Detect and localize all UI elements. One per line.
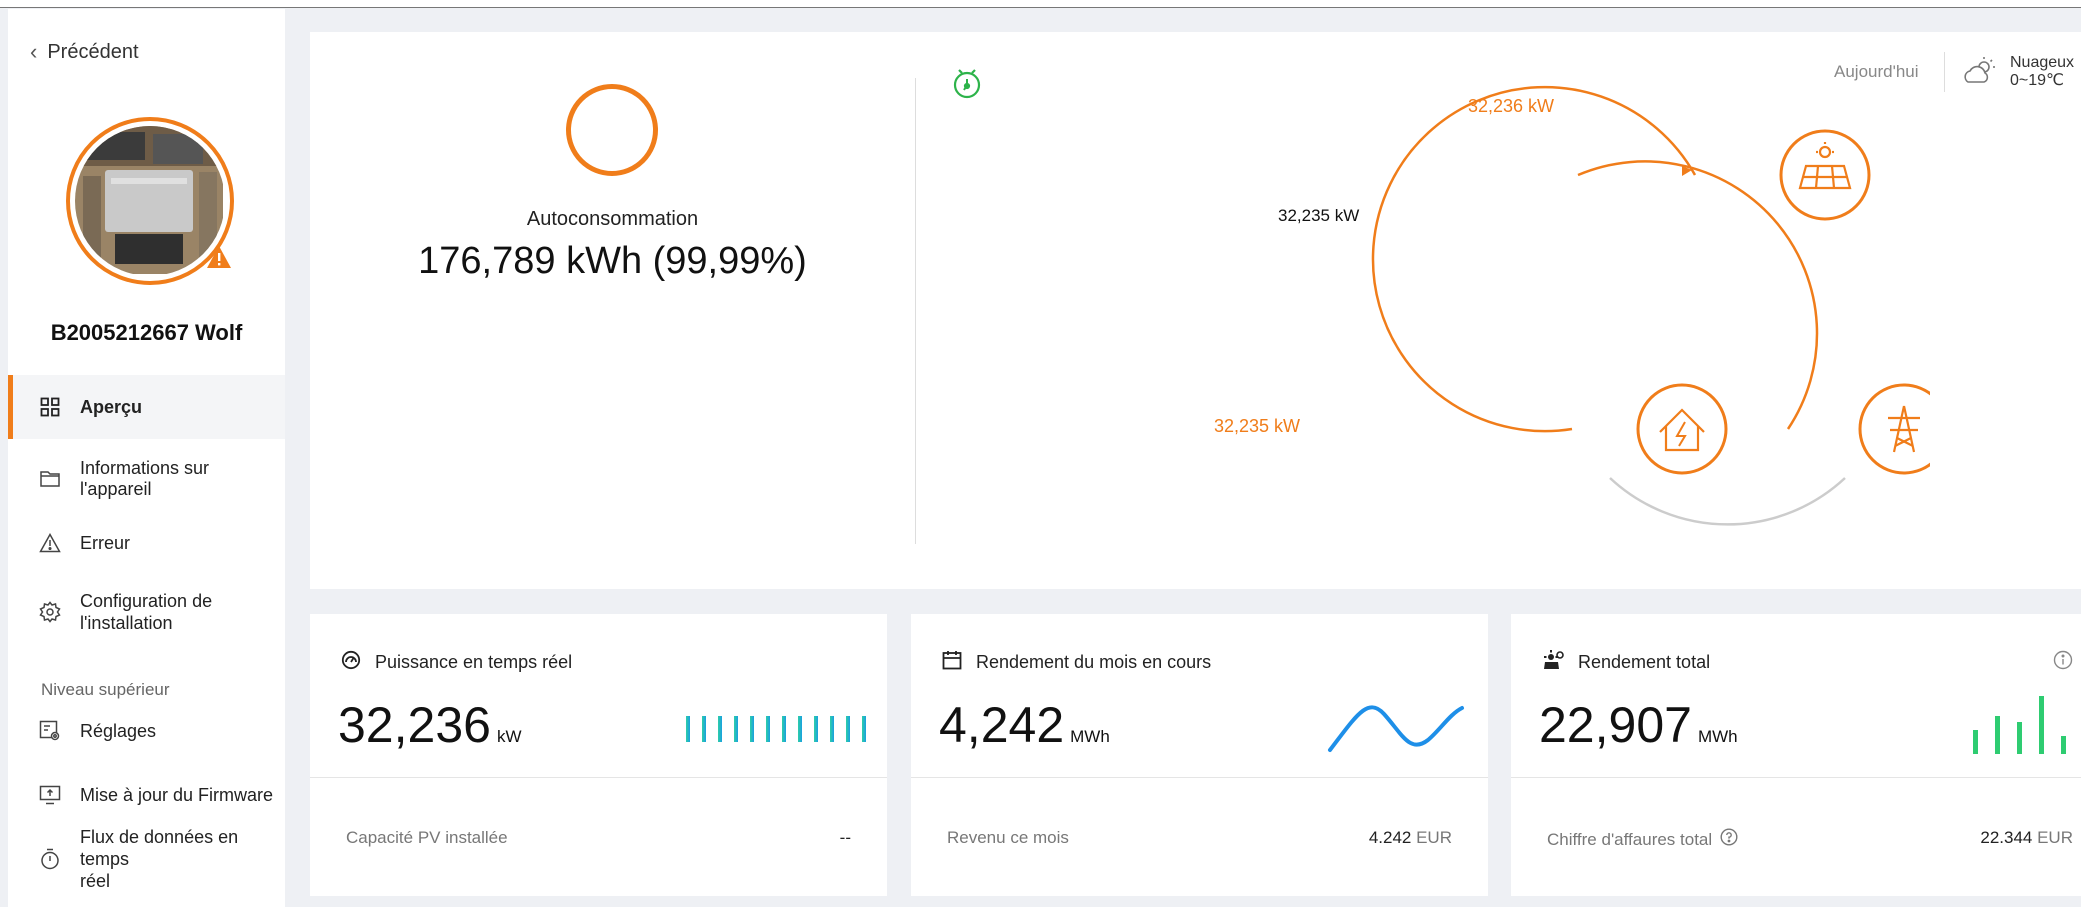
calendar-icon [942,650,962,675]
back-label: Précédent [47,40,139,63]
header-divider [1944,52,1945,92]
total-revenue-label: Chiffre d'affaures total [1547,829,1713,849]
stopwatch-icon [38,847,62,871]
monthly-revenue-value: 4.242 EUR [1368,828,1452,847]
self-consumption-label: Autoconsommation [526,208,699,230]
device-photo [75,126,225,276]
self-consumption-value: 176,789 kWh (99,99%) [418,240,807,282]
nav-item-reglages[interactable]: Réglages [8,711,285,751]
energy-flow-diagram [1371,85,1930,526]
pv-capacity-value: -- [839,828,851,847]
total-yield-card: Rendement total 22,907 MWh Chiffre d'affa… [1511,614,2081,896]
help-icon[interactable] [1720,828,1738,851]
monitor-icon [38,783,62,807]
grid-icon [38,395,62,419]
nav-item-apercu[interactable]: Aperçu [8,375,285,439]
info-icon[interactable] [2053,650,2073,675]
card-value: 22,907 [1539,697,1692,753]
nav-label-line1: Flux de données en temps [80,827,239,869]
pv-to-home-label: 32,235 kW [1278,206,1360,225]
weather-info: Nuageux 0~19℃ [2010,54,2074,90]
nav-label-line2: réel [80,871,111,891]
realtime-power-card: Puissance en temps réel 32,236 kW Capacit… [310,614,887,896]
nav-item-flux[interactable]: Flux de données en temps réel [8,827,285,891]
settings-icon [38,719,62,743]
self-consumption-ring [566,84,658,176]
nav-label: Réglages [80,720,157,741]
device-name: B2005212667 Wolf [50,320,243,345]
folder-icon [38,467,62,491]
warning-badge-icon [206,245,232,274]
grid-node[interactable] [1858,383,1930,475]
gear-icon [38,600,62,624]
window-top-edge [0,0,2081,8]
nav-label: Informations sur l'appareil [80,458,210,499]
monthly-revenue-label: Revenu ce mois [947,828,1069,847]
card-title: Rendement total [1578,652,1711,672]
card-unit: MWh [1697,727,1738,746]
chevron-left-icon: ‹ [30,39,38,64]
nav-label-line1: Configuration de [80,591,213,611]
weather-condition: Nuageux [2010,54,2075,71]
monthly-wave-sparkline [1328,705,1464,752]
monthly-yield-card: Rendement du mois en cours 4,242 MWh Reve… [911,614,1488,896]
card-title: Puissance en temps réel [375,652,573,672]
panel-divider [915,78,916,544]
card-unit: kW [496,727,522,746]
overview-panel: Autoconsommation 176,789 kWh (99,99%) 32… [310,32,2081,589]
home-node[interactable] [1636,383,1728,475]
gauge-icon [341,650,361,675]
nav-item-informations[interactable]: Informations sur l'appareil [8,458,285,499]
home-power-label: 32,235 kW [1214,416,1301,436]
pv-power-label: 32,236 kW [1468,96,1555,116]
power-bars-sparkline [686,716,866,742]
back-button[interactable]: ‹ Précédent [30,39,139,65]
today-button[interactable]: Aujourd'hui [1834,62,1919,82]
sidebar: ‹ Précédent B2005212667 Wolf Aperçu Info… [8,9,285,907]
nav-label: Mise à jour du Firmware [80,784,274,805]
nav-label: Aperçu [80,396,143,417]
section-label: Niveau supérieur [41,680,170,699]
solar-gear-icon [1542,650,1564,675]
nav-item-firmware[interactable]: Mise à jour du Firmware [8,775,285,815]
nav-item-erreur[interactable]: Erreur [8,523,285,563]
total-revenue-value: 22.344 EUR [1980,828,2073,847]
total-yield-bars [1973,696,2066,754]
solar-panel-node[interactable] [1779,129,1871,221]
nav-label-line2: l'installation [80,613,173,633]
card-unit: MWh [1070,727,1110,746]
nav-item-configuration[interactable]: Configuration de l'installation [8,587,285,637]
weather-temperature: 0~19℃ [2010,72,2065,89]
card-value: 32,236 [338,697,491,753]
cloudy-sun-icon [1962,56,1998,91]
card-value: 4,242 [939,697,1065,753]
device-avatar[interactable] [66,117,234,285]
warning-icon [38,531,62,555]
nav-label: Erreur [80,532,131,553]
pv-capacity-label: Capacité PV installée [346,828,508,847]
card-title: Rendement du mois en cours [976,652,1212,672]
